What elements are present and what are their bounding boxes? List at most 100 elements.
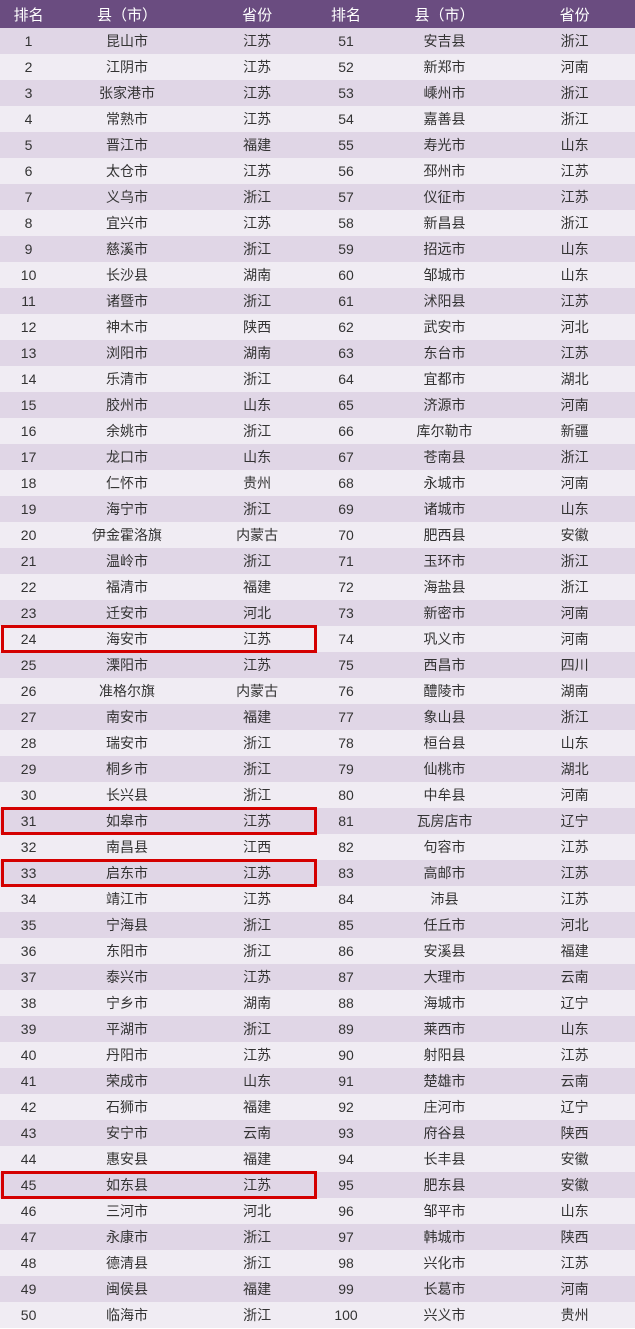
- rank-cell: 47: [0, 1224, 57, 1250]
- province-cell: 江苏: [197, 80, 318, 106]
- county-cell: 宜都市: [375, 366, 515, 392]
- rank-cell: 11: [0, 288, 57, 314]
- county-cell: 仁怀市: [57, 470, 197, 496]
- rank-cell: 65: [317, 392, 374, 418]
- table-row: 2江阴市江苏52新郑市河南: [0, 54, 635, 80]
- rank-cell: 75: [317, 652, 374, 678]
- province-cell: 云南: [197, 1120, 318, 1146]
- table-row: 7义乌市浙江57仪征市江苏: [0, 184, 635, 210]
- rank-cell: 69: [317, 496, 374, 522]
- county-cell: 溧阳市: [57, 652, 197, 678]
- rank-cell: 7: [0, 184, 57, 210]
- header-rank-left: 排名: [0, 0, 57, 28]
- county-cell: 长兴县: [57, 782, 197, 808]
- county-cell: 三河市: [57, 1198, 197, 1224]
- county-cell: 德清县: [57, 1250, 197, 1276]
- province-cell: 浙江: [197, 548, 318, 574]
- county-cell: 靖江市: [57, 886, 197, 912]
- county-cell: 大理市: [375, 964, 515, 990]
- rank-cell: 88: [317, 990, 374, 1016]
- county-cell: 邹平市: [375, 1198, 515, 1224]
- rank-cell: 38: [0, 990, 57, 1016]
- county-cell: 宁乡市: [57, 990, 197, 1016]
- table-row: 17龙口市山东67苍南县浙江: [0, 444, 635, 470]
- county-cell: 胶州市: [57, 392, 197, 418]
- province-cell: 河南: [514, 392, 635, 418]
- rank-cell: 100: [317, 1302, 374, 1328]
- county-cell: 招远市: [375, 236, 515, 262]
- rank-cell: 63: [317, 340, 374, 366]
- county-cell: 平湖市: [57, 1016, 197, 1042]
- province-cell: 河南: [514, 782, 635, 808]
- rank-cell: 3: [0, 80, 57, 106]
- province-cell: 江苏: [197, 808, 318, 834]
- province-cell: 福建: [197, 1094, 318, 1120]
- county-cell: 晋江市: [57, 132, 197, 158]
- table-row: 12神木市陕西62武安市河北: [0, 314, 635, 340]
- province-cell: 浙江: [197, 938, 318, 964]
- rank-cell: 20: [0, 522, 57, 548]
- province-cell: 辽宁: [514, 990, 635, 1016]
- rank-cell: 4: [0, 106, 57, 132]
- province-cell: 江苏: [197, 210, 318, 236]
- rank-cell: 31: [0, 808, 57, 834]
- rank-cell: 86: [317, 938, 374, 964]
- rank-cell: 79: [317, 756, 374, 782]
- table-row: 32南昌县江西82句容市江苏: [0, 834, 635, 860]
- rank-cell: 29: [0, 756, 57, 782]
- county-cell: 巩义市: [375, 626, 515, 652]
- province-cell: 浙江: [197, 236, 318, 262]
- county-cell: 肥西县: [375, 522, 515, 548]
- province-cell: 江苏: [197, 106, 318, 132]
- province-cell: 福建: [197, 574, 318, 600]
- rank-cell: 12: [0, 314, 57, 340]
- rank-cell: 80: [317, 782, 374, 808]
- province-cell: 浙江: [197, 496, 318, 522]
- county-cell: 莱西市: [375, 1016, 515, 1042]
- rank-cell: 17: [0, 444, 57, 470]
- table-row: 28瑞安市浙江78桓台县山东: [0, 730, 635, 756]
- header-county-right: 县（市）: [375, 0, 515, 28]
- province-cell: 江苏: [197, 652, 318, 678]
- table-row: 35宁海县浙江85任丘市河北: [0, 912, 635, 938]
- table-row: 8宜兴市江苏58新昌县浙江: [0, 210, 635, 236]
- table-row: 16余姚市浙江66库尔勒市新疆: [0, 418, 635, 444]
- province-cell: 浙江: [514, 574, 635, 600]
- table-row: 1昆山市江苏51安吉县浙江: [0, 28, 635, 54]
- province-cell: 浙江: [197, 1250, 318, 1276]
- rank-cell: 66: [317, 418, 374, 444]
- rank-cell: 5: [0, 132, 57, 158]
- county-cell: 嵊州市: [375, 80, 515, 106]
- province-cell: 浙江: [514, 28, 635, 54]
- ranking-table-wrap: 排名 县（市） 省份 排名 县（市） 省份 1昆山市江苏51安吉县浙江2江阴市江…: [0, 0, 635, 1328]
- rank-cell: 40: [0, 1042, 57, 1068]
- rank-cell: 74: [317, 626, 374, 652]
- rank-cell: 36: [0, 938, 57, 964]
- county-cell: 桐乡市: [57, 756, 197, 782]
- county-cell: 惠安县: [57, 1146, 197, 1172]
- rank-cell: 61: [317, 288, 374, 314]
- county-cell: 仙桃市: [375, 756, 515, 782]
- county-cell: 义乌市: [57, 184, 197, 210]
- province-cell: 安徽: [514, 1172, 635, 1198]
- province-cell: 河南: [514, 54, 635, 80]
- county-cell: 府谷县: [375, 1120, 515, 1146]
- rank-cell: 67: [317, 444, 374, 470]
- table-row: 34靖江市江苏84沛县江苏: [0, 886, 635, 912]
- table-row: 24海安市江苏74巩义市河南: [0, 626, 635, 652]
- county-cell: 余姚市: [57, 418, 197, 444]
- province-cell: 浙江: [197, 756, 318, 782]
- table-row: 18仁怀市贵州68永城市河南: [0, 470, 635, 496]
- county-cell: 桓台县: [375, 730, 515, 756]
- province-cell: 江苏: [514, 1042, 635, 1068]
- county-cell: 高邮市: [375, 860, 515, 886]
- rank-cell: 93: [317, 1120, 374, 1146]
- province-cell: 江苏: [514, 886, 635, 912]
- province-cell: 湖南: [514, 678, 635, 704]
- header-province-left: 省份: [197, 0, 318, 28]
- county-cell: 兴义市: [375, 1302, 515, 1328]
- province-cell: 山东: [514, 236, 635, 262]
- county-cell: 嘉善县: [375, 106, 515, 132]
- county-cell: 迁安市: [57, 600, 197, 626]
- rank-cell: 91: [317, 1068, 374, 1094]
